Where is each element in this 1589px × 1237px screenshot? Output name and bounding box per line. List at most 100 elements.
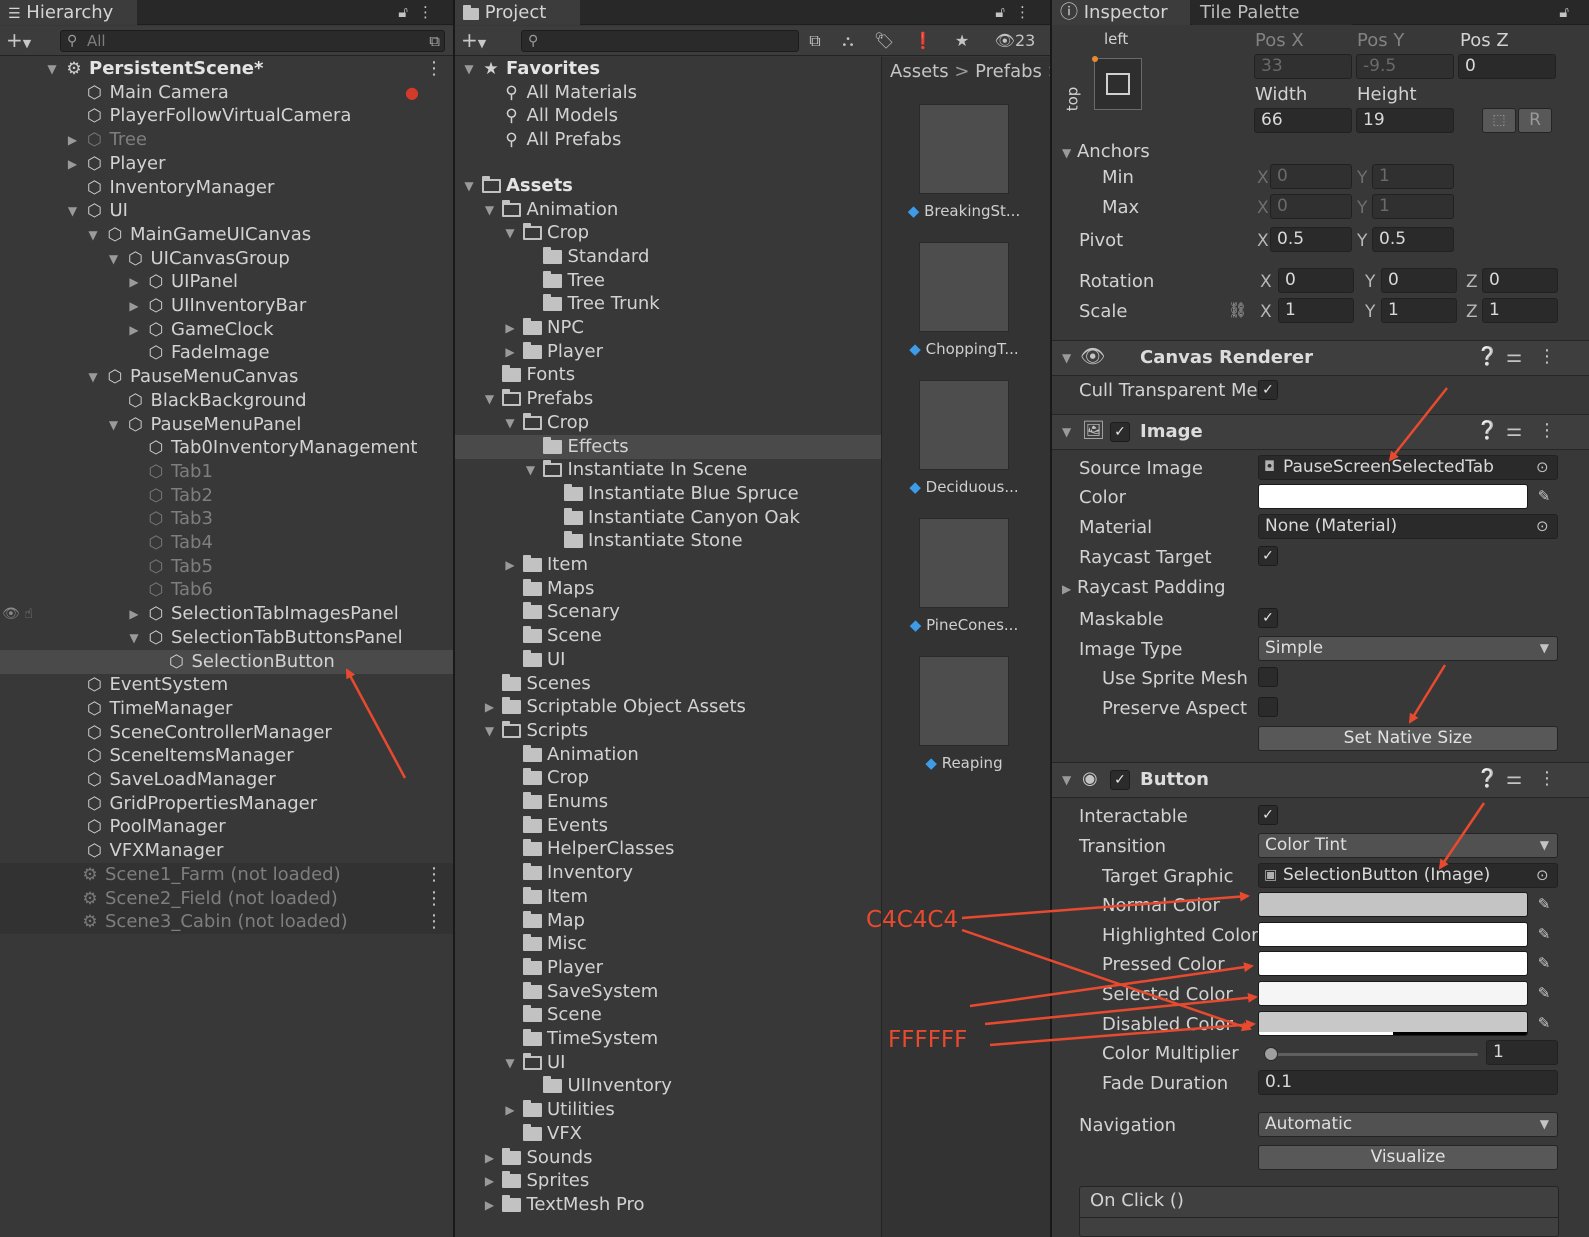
favorites-star-button[interactable]: ★ <box>947 28 977 54</box>
color-multiplier-field[interactable]: 1 <box>1486 1040 1558 1065</box>
expand-arrow-right-icon[interactable]: ▶ <box>482 695 498 719</box>
blueprint-mode-button[interactable]: ⬚ <box>1482 108 1516 133</box>
eyedropper-icon[interactable]: ✎ <box>1532 922 1556 947</box>
project-tree-item[interactable]: ⚲ All Models <box>455 104 881 128</box>
raw-edit-button[interactable]: R <box>1518 108 1552 133</box>
normal-color-swatch[interactable] <box>1258 892 1528 917</box>
project-tree-item[interactable]: Item <box>455 885 881 909</box>
hierarchy-item[interactable]: ⬡ TimeManager <box>0 697 453 721</box>
project-tree-item[interactable]: Fonts <box>455 363 881 387</box>
component-kebab-icon[interactable]: ⋮ <box>1538 420 1556 441</box>
expand-arrow-right-icon[interactable]: ▶ <box>126 270 142 294</box>
expand-arrow-down-icon[interactable]: ▼ <box>461 57 477 81</box>
hierarchy-item[interactable]: ⬡ InventoryManager <box>0 176 453 200</box>
project-tree-item[interactable]: Player <box>455 956 881 980</box>
fade-duration-field[interactable]: 0.1 <box>1258 1070 1558 1095</box>
eyedropper-icon[interactable]: ✎ <box>1532 484 1556 509</box>
hierarchy-item[interactable]: ⬡ SceneItemsManager <box>0 744 453 768</box>
scale-z-field[interactable]: 1 <box>1482 298 1558 323</box>
scale-x-field[interactable]: 1 <box>1278 298 1354 323</box>
scene-kebab-icon[interactable]: ⋮ <box>425 910 443 934</box>
anchor-max-x-field[interactable]: 0 <box>1270 194 1352 219</box>
project-tree-item[interactable]: ⚲ All Materials <box>455 81 881 105</box>
anchors-foldout[interactable]: ▼ Anchors <box>1062 141 1150 162</box>
rotation-z-field[interactable]: 0 <box>1482 268 1558 293</box>
rotation-x-field[interactable]: 0 <box>1278 268 1354 293</box>
project-tree-item[interactable]: ▶ Scriptable Object Assets <box>455 695 881 719</box>
eyedropper-icon[interactable]: ✎ <box>1532 951 1556 976</box>
hierarchy-item[interactable]: ⬡ Tab6 <box>0 578 453 602</box>
project-tree-item[interactable]: ▶ Player <box>455 340 881 364</box>
hierarchy-item[interactable]: ⬡ PoolManager <box>0 815 453 839</box>
hierarchy-item[interactable]: ▶ ⬡ Player <box>0 152 453 176</box>
project-tree-item[interactable]: Misc <box>455 932 881 956</box>
image-color-swatch[interactable] <box>1258 484 1528 509</box>
hierarchy-item[interactable]: ▼ ⚙︎ PersistentScene* ⋮ <box>0 57 453 81</box>
project-tree-item[interactable]: ▼ ★ Favorites <box>455 57 881 81</box>
hierarchy-item[interactable]: ⬡ SceneControllerManager <box>0 721 453 745</box>
pivot-y-field[interactable]: 0.5 <box>1372 227 1454 252</box>
project-tree-item[interactable]: Tree Trunk <box>455 292 881 316</box>
project-tree-item[interactable]: ▼ Scripts <box>455 719 881 743</box>
expand-arrow-right-icon[interactable]: ▶ <box>65 128 81 152</box>
hierarchy-search-input[interactable]: ⚲ All ⧉ <box>60 30 445 52</box>
anchor-min-x-field[interactable]: 0 <box>1270 164 1352 189</box>
hierarchy-item[interactable]: ⬡ Tab0InventoryManagement <box>0 436 453 460</box>
eyedropper-icon[interactable]: ✎ <box>1532 981 1556 1006</box>
expand-arrow-right-icon[interactable]: ▶ <box>482 1193 498 1217</box>
preserve-aspect-checkbox[interactable] <box>1258 697 1278 717</box>
navigation-dropdown[interactable]: Automatic ▼ <box>1258 1112 1558 1137</box>
expand-arrow-down-icon[interactable]: ▼ <box>502 411 518 435</box>
hierarchy-item[interactable]: ⬡ GridPropertiesManager <box>0 792 453 816</box>
search-window-button[interactable]: ⧉ <box>800 28 830 54</box>
project-tree-item[interactable]: HelperClasses <box>455 837 881 861</box>
lock-icon[interactable]: 🔓︎ <box>1559 3 1579 21</box>
project-tree-item[interactable]: Instantiate Stone <box>455 529 881 553</box>
hierarchy-item[interactable]: ▼ ⬡ UICanvasGroup <box>0 247 453 271</box>
hierarchy-item[interactable]: ⬡ Tab2 <box>0 484 453 508</box>
link-constraint-icon[interactable]: ⛓︎ <box>1228 301 1247 319</box>
hierarchy-item[interactable]: ⬡ BlackBackground <box>0 389 453 413</box>
lock-icon[interactable]: 🔓︎ <box>398 3 418 21</box>
project-tree-item[interactable]: ▼ Assets <box>455 174 881 198</box>
anchor-presets-button[interactable] <box>1092 56 1142 110</box>
expand-arrow-down-icon[interactable]: ▼ <box>65 199 81 223</box>
hierarchy-item[interactable]: ⬡ PlayerFollowVirtualCamera <box>0 104 453 128</box>
expand-arrow-down-icon[interactable]: ▼ <box>461 174 477 198</box>
project-tree-item[interactable]: ▶ NPC <box>455 316 881 340</box>
project-tree-item[interactable]: Effects <box>455 434 881 459</box>
pivot-x-field[interactable]: 0.5 <box>1270 227 1352 252</box>
project-tree-item[interactable]: Maps <box>455 577 881 601</box>
hierarchy-item[interactable]: ⬡ VFXManager <box>0 839 453 863</box>
lock-icon[interactable]: 🔓︎ <box>995 3 1015 21</box>
material-field[interactable]: None (Material) <box>1258 514 1558 539</box>
hierarchy-item[interactable]: ▼ ⬡ PauseMenuPanel <box>0 413 453 437</box>
project-tree-item[interactable]: ▶ TextMesh Pro <box>455 1193 881 1217</box>
disabled-color-swatch[interactable] <box>1258 1011 1528 1036</box>
preset-sliders-icon[interactable]: ⚌ <box>1506 768 1522 789</box>
maskable-checkbox[interactable]: ✓ <box>1258 608 1278 628</box>
project-tree-item[interactable]: SaveSystem <box>455 980 881 1004</box>
expand-arrow-down-icon[interactable]: ▼ <box>44 57 60 81</box>
hierarchy-item[interactable]: ▶ ⬡ Tree <box>0 128 453 152</box>
width-field[interactable]: 66 <box>1254 108 1352 133</box>
hierarchy-item[interactable]: ⬡ Main Camera ● <box>0 81 453 105</box>
expand-arrow-right-icon[interactable]: ▶ <box>126 602 142 626</box>
hierarchy-item[interactable]: 👁︎ ☝︎ ▶ ⬡ SelectionTabImagesPanel <box>0 602 453 626</box>
eyedropper-icon[interactable]: ✎ <box>1532 1011 1556 1036</box>
filter-by-type-button[interactable]: ⛬ <box>833 28 863 54</box>
project-tree-item[interactable]: ▼ Crop <box>455 221 881 245</box>
expand-arrow-right-icon[interactable]: ▶ <box>482 1146 498 1170</box>
expand-arrow-right-icon[interactable]: ▶ <box>126 318 142 342</box>
project-tree-item[interactable]: ▼ Crop <box>455 411 881 435</box>
project-tree-item[interactable]: Crop <box>455 766 881 790</box>
visualize-button[interactable]: Visualize <box>1258 1145 1558 1170</box>
target-graphic-field[interactable]: ▣ SelectionButton (Image) <box>1258 863 1558 888</box>
breadcrumb-assets[interactable]: Assets <box>890 61 949 82</box>
tab-project[interactable]: Project <box>455 0 580 25</box>
project-search-input[interactable]: ⚲ <box>521 30 799 52</box>
project-tree-item[interactable]: UI <box>455 648 881 672</box>
expand-arrow-right-icon[interactable]: ▶ <box>502 340 518 364</box>
help-icon[interactable]: ❔ <box>1476 420 1498 441</box>
expand-arrow-right-icon[interactable]: ▶ <box>502 316 518 340</box>
